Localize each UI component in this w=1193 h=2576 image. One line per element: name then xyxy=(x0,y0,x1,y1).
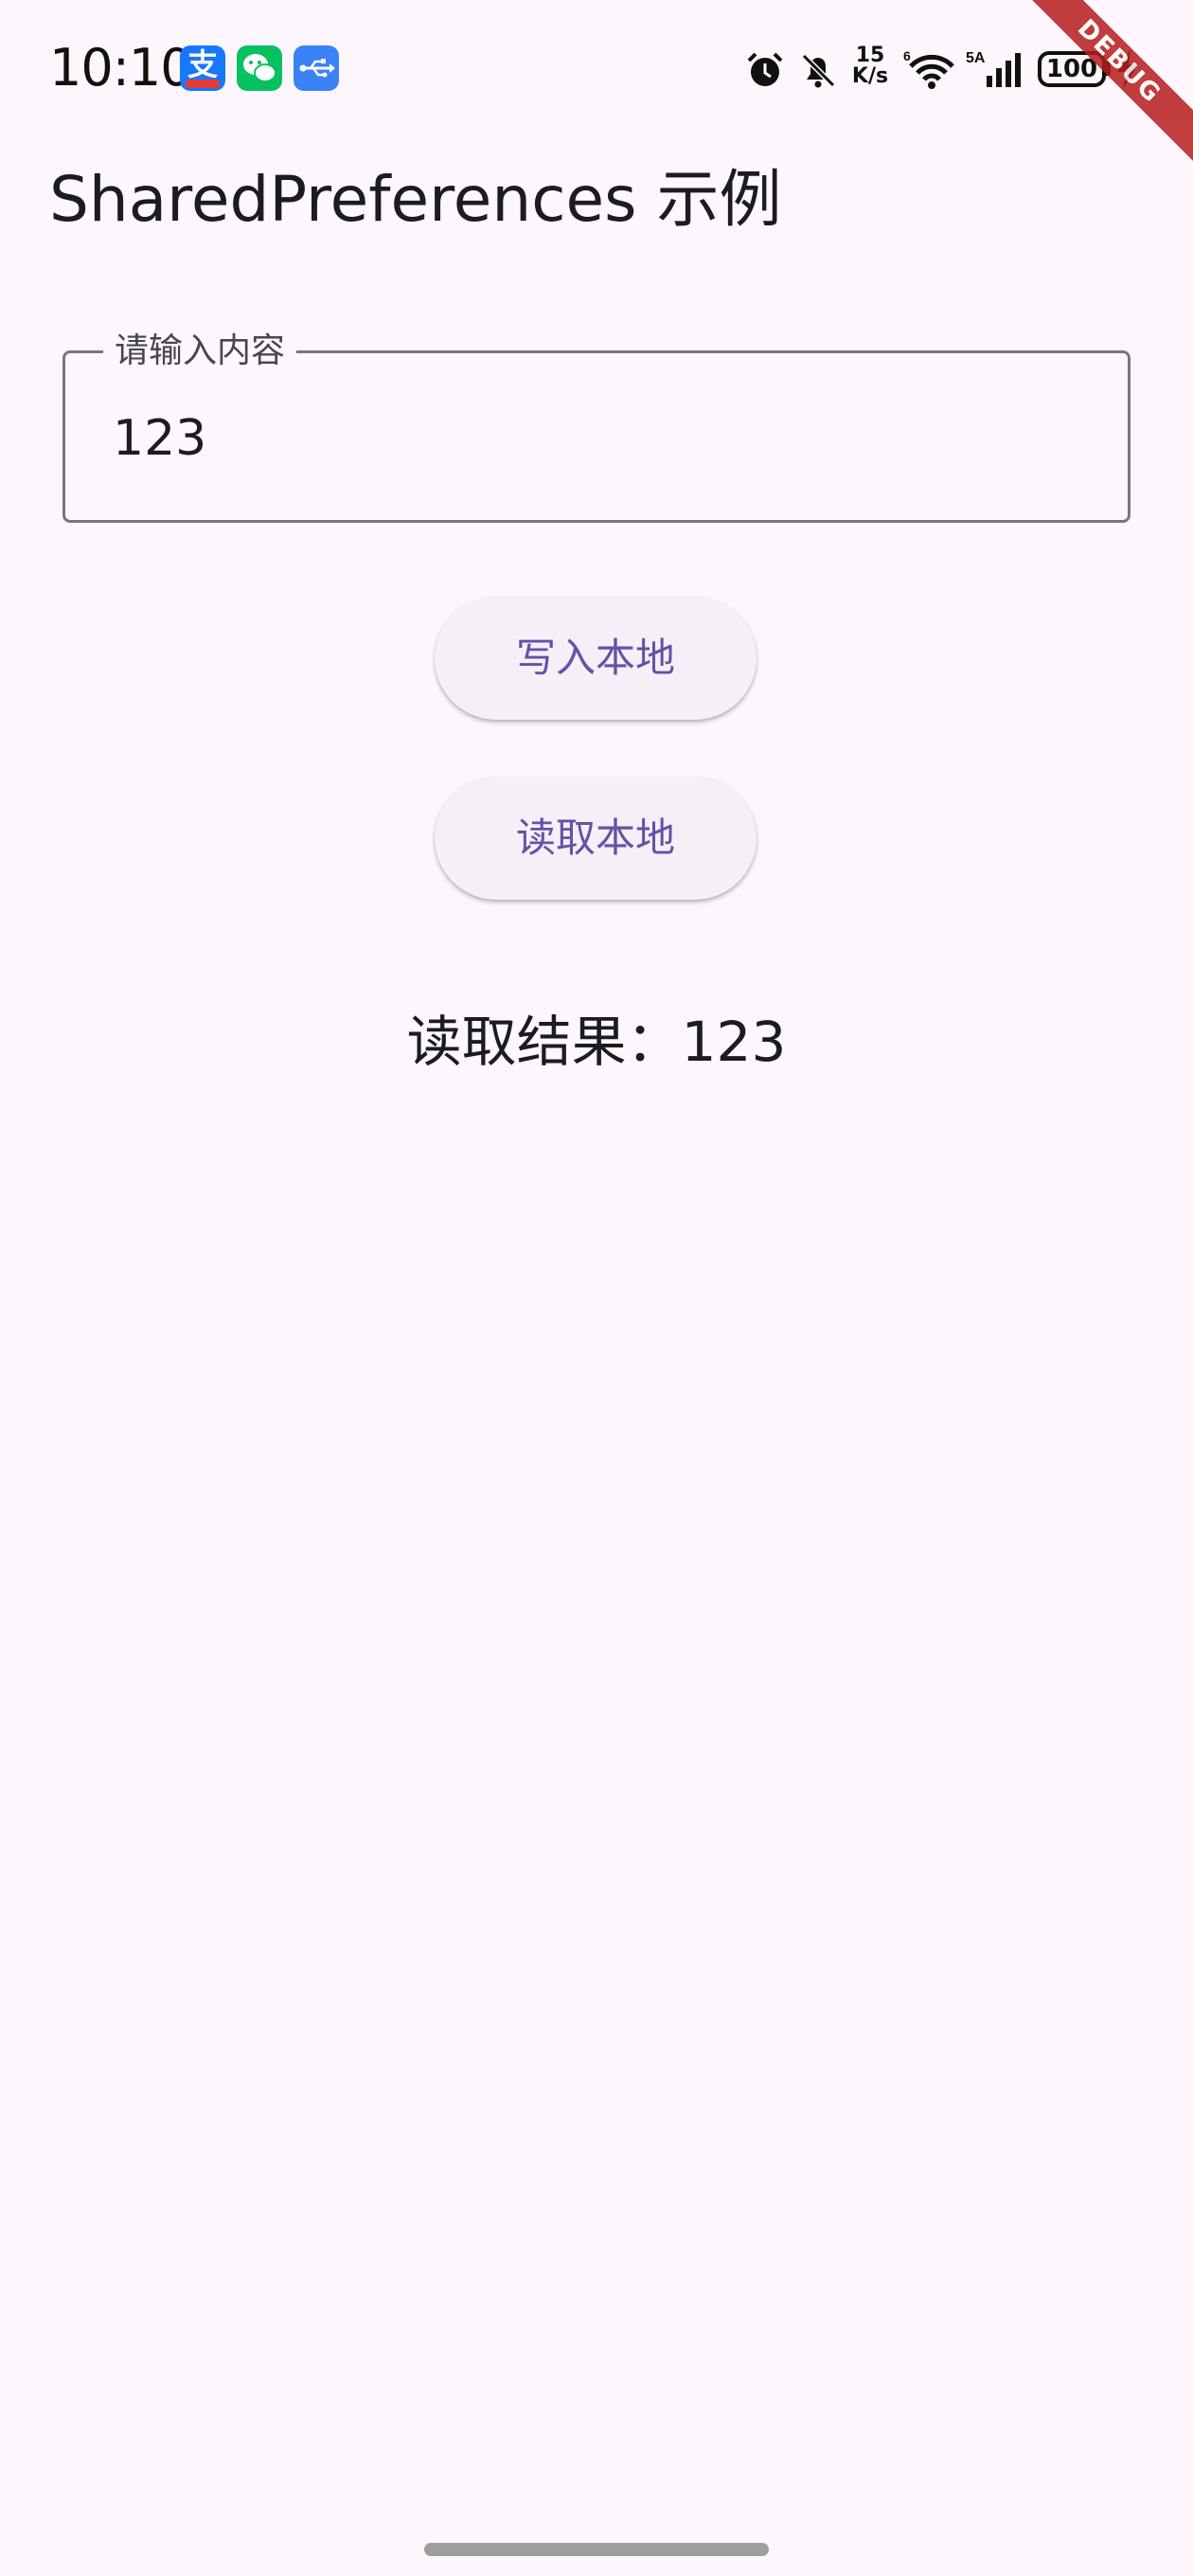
mute-icon xyxy=(801,53,836,88)
alipay-app-icon: 支 xyxy=(180,45,225,91)
status-time: 10:10 xyxy=(49,38,193,98)
content-text-field[interactable]: 请输入内容 xyxy=(62,331,1131,523)
read-local-button[interactable]: 读取本地 xyxy=(435,777,757,900)
alarm-icon xyxy=(747,52,783,86)
write-local-button[interactable]: 写入本地 xyxy=(435,597,757,720)
svg-text:6: 6 xyxy=(903,48,911,63)
signal-icon: 5A xyxy=(966,50,1021,87)
wechat-app-icon xyxy=(237,45,282,91)
read-result-text: 读取结果：123 xyxy=(406,1010,787,1074)
content-input[interactable] xyxy=(113,401,1059,476)
usb-icon xyxy=(294,45,339,91)
page-title: SharedPreferences 示例 xyxy=(49,163,782,236)
status-bar: 10:10 支 15 K/s 6 5A 100 xyxy=(0,0,1193,133)
home-indicator[interactable] xyxy=(424,2543,769,2556)
content-field-label: 请输入内容 xyxy=(103,331,297,372)
network-speed: 15 K/s xyxy=(851,44,889,88)
wifi-icon: 6 xyxy=(903,48,954,89)
svg-text:5A: 5A xyxy=(966,50,986,66)
